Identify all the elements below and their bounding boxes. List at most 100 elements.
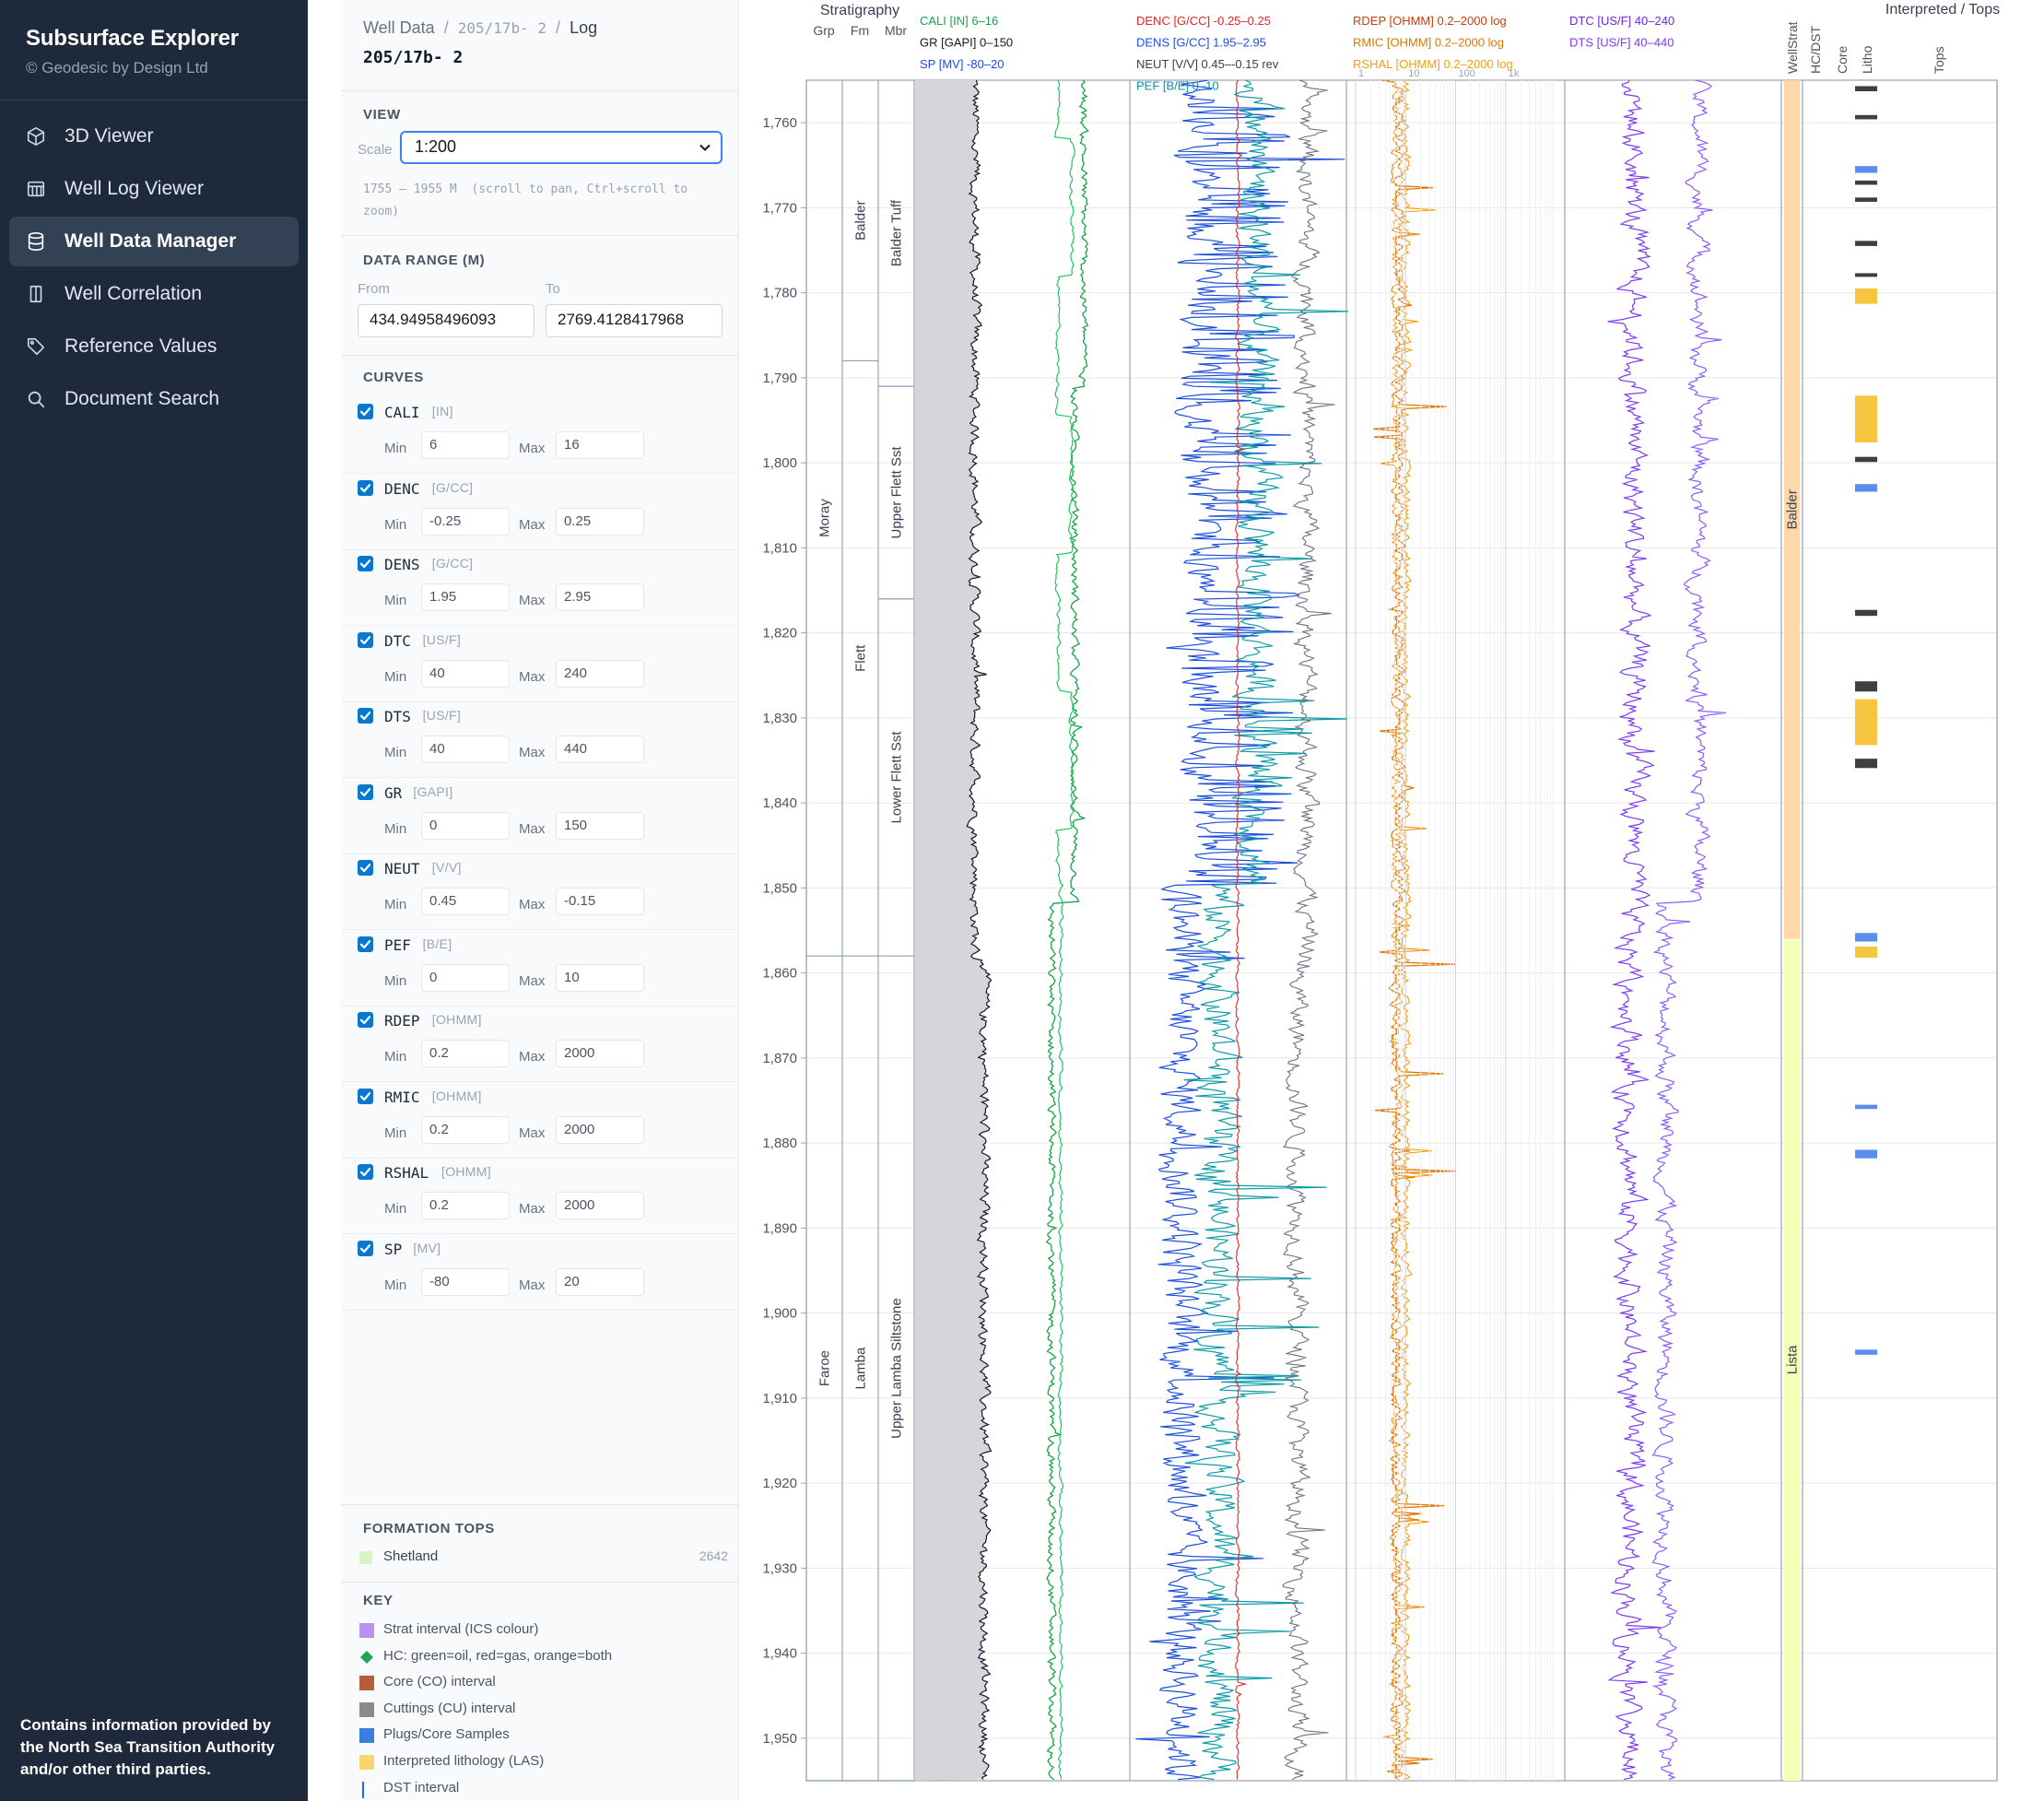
curve-max-input[interactable]: 2000 — [556, 1040, 644, 1067]
curve-min-input[interactable]: 6 — [421, 431, 510, 459]
curve-max-input[interactable]: 0.25 — [556, 507, 644, 536]
curve-legend-label: GR [GAPI] 0–150 — [920, 36, 1013, 50]
curve-name: PEF — [384, 936, 411, 954]
curve-checkbox[interactable] — [358, 404, 373, 419]
search-icon — [26, 389, 46, 409]
depth-tick-label: 1,820 — [762, 626, 797, 642]
cube-icon — [26, 126, 46, 147]
curve-checkbox[interactable] — [358, 783, 373, 800]
breadcrumb-well-data[interactable]: Well Data — [363, 18, 435, 37]
curve-checkbox[interactable] — [358, 708, 373, 724]
strat-group-label: Moray — [817, 499, 833, 537]
check-icon — [359, 939, 371, 948]
curve-max-input[interactable]: 10 — [556, 963, 644, 992]
strat-formation-label: Lamba — [853, 1347, 869, 1390]
key-label: Strat interval (ICS colour) — [383, 1621, 539, 1637]
depth-tick-label: 1,890 — [762, 1220, 797, 1236]
dtc-curve — [1607, 80, 1661, 1781]
key-swatch — [359, 1728, 374, 1744]
to-label: To — [546, 281, 560, 297]
resistivity-tick-label: 1 — [1358, 68, 1364, 79]
curve-unit: [B/E] — [422, 936, 452, 951]
curve-min-input[interactable]: 40 — [421, 736, 510, 763]
max-label: Max — [519, 1049, 546, 1065]
curve-name: RMIC — [384, 1088, 420, 1106]
max-label: Max — [519, 1201, 546, 1217]
curve-checkbox[interactable] — [358, 479, 373, 496]
curve-legend-label: DTC [US/F] 40–240 — [1569, 14, 1674, 28]
curve-min-input[interactable]: 0 — [421, 963, 510, 992]
scale-select[interactable]: 1:200 — [400, 131, 722, 164]
litho-interval — [1855, 288, 1877, 304]
sidebar-item-well-correlation[interactable]: Well Correlation — [9, 269, 299, 319]
curve-name: GR — [384, 783, 403, 802]
curve-unit: [G/CC] — [431, 556, 474, 571]
curve-checkbox[interactable] — [358, 1164, 373, 1180]
litho-interval — [1855, 484, 1877, 492]
curve-max-input[interactable]: 20 — [556, 1267, 644, 1296]
curve-min-input[interactable]: 0 — [421, 811, 510, 840]
range-from-input[interactable]: 434.94958496093 — [358, 304, 534, 337]
sidebar-item-document-search[interactable]: Document Search — [9, 374, 299, 424]
key-swatch — [359, 1676, 374, 1691]
sidebar-item-well-log-viewer[interactable]: Well Log Viewer — [9, 164, 299, 214]
curve-min-input[interactable]: -0.25 — [421, 507, 510, 536]
interp-header-col: WellStrat — [1785, 21, 1800, 74]
curve-min-input[interactable]: 40 — [421, 659, 510, 688]
formation-top-item[interactable]: Shetland 2642 — [359, 1548, 728, 1569]
curve-checkbox[interactable] — [358, 860, 373, 876]
scale-value: 1:200 — [415, 137, 457, 156]
breadcrumb-well[interactable]: 205/17b- 2 — [458, 19, 546, 37]
sidebar-item-well-data-manager[interactable]: Well Data Manager — [9, 217, 299, 266]
curve-min-input[interactable]: -80 — [421, 1267, 510, 1296]
curve-unit: [V/V] — [431, 860, 462, 875]
divider — [341, 929, 739, 930]
attribution-text: Contains information provided by the Nor… — [20, 1716, 276, 1778]
curve-checkbox[interactable] — [358, 1088, 373, 1104]
curve-max-input[interactable]: 2.95 — [556, 583, 644, 611]
well-log-display[interactable]: 1,760 1,770 1,780 1,790 1,800 1,810 1,820 1,830… — [740, 0, 2044, 1801]
curve-checkbox[interactable] — [358, 936, 373, 952]
strat-formation-label: Balder — [853, 201, 869, 241]
sidebar-item-label: 3D Viewer — [65, 125, 154, 147]
curve-checkbox[interactable] — [358, 1012, 373, 1028]
curve-max-input[interactable]: -0.15 — [556, 888, 644, 915]
strat-header-col: Mbr — [885, 23, 907, 38]
curve-max-input[interactable]: 16 — [556, 431, 644, 459]
interpreted-columns: Balder Lista — [1784, 80, 1877, 1781]
well-log-canvas[interactable]: 1,760 1,770 1,780 1,790 1,800 1,810 1,820 1,830… — [740, 0, 2044, 1801]
litho-interval — [1855, 1149, 1877, 1159]
check-icon — [359, 787, 371, 796]
curve-min-input[interactable]: 0.2 — [421, 1040, 510, 1067]
from-label: From — [358, 281, 390, 297]
curve-max-input[interactable]: 240 — [556, 659, 644, 688]
check-icon — [359, 1168, 371, 1177]
curve-max-input[interactable]: 2000 — [556, 1192, 644, 1219]
litho-interval — [1855, 933, 1877, 942]
curve-min-input[interactable]: 0.2 — [421, 1192, 510, 1219]
sidebar-item-reference-values[interactable]: Reference Values — [9, 322, 299, 371]
curve-min-input[interactable]: 0.2 — [421, 1115, 510, 1144]
curve-checkbox[interactable] — [358, 631, 373, 648]
max-label: Max — [519, 668, 546, 685]
divider — [341, 700, 739, 702]
curve-checkbox[interactable] — [358, 556, 373, 571]
curve-name: DTC — [384, 631, 411, 650]
curve-max-input[interactable]: 440 — [556, 736, 644, 763]
interp-header-col: Tops — [1932, 46, 1946, 74]
check-icon — [359, 483, 371, 492]
depth-tick-label: 1,770 — [762, 200, 797, 216]
divider — [341, 1081, 739, 1082]
key-label: Cuttings (CU) interval — [383, 1700, 516, 1716]
curve-max-input[interactable]: 150 — [556, 811, 644, 840]
range-to-input[interactable]: 2769.4128417968 — [546, 304, 722, 337]
curve-min-input[interactable]: 1.95 — [421, 583, 510, 611]
curve-max-input[interactable]: 2000 — [556, 1115, 644, 1144]
curve-unit: [OHMM] — [431, 1012, 482, 1027]
curve-unit: [OHMM] — [441, 1164, 491, 1179]
sidebar-item-3d-viewer[interactable]: 3D Viewer — [9, 112, 299, 161]
curve-checkbox[interactable] — [358, 1240, 373, 1256]
depth-tick-label: 1,840 — [762, 795, 797, 811]
curve-min-input[interactable]: 0.45 — [421, 888, 510, 915]
curve-unit: [GAPI] — [413, 783, 453, 799]
